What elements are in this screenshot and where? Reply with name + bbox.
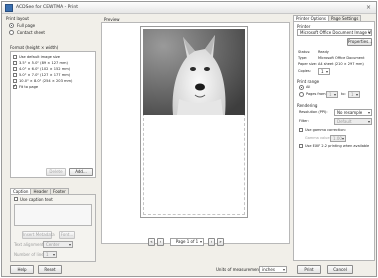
full-page-radio[interactable] xyxy=(9,23,14,28)
rendering-label: Rendering xyxy=(297,103,318,108)
printer-options-panel: Printer Microsoft Office Document Image … xyxy=(293,21,375,261)
insert-metadata-button[interactable]: Insert Metadata xyxy=(22,231,55,239)
format-list[interactable]: Use default image size 3.5" × 5.0" (89 × … xyxy=(10,51,96,178)
add-format-button[interactable]: Add... xyxy=(69,168,93,176)
print-all-radio[interactable] xyxy=(299,85,304,90)
properties-button[interactable]: Properties... xyxy=(347,38,372,46)
reset-button[interactable]: Reset xyxy=(38,265,62,274)
pages-to-label: to: xyxy=(341,92,346,96)
title-bar: ACDSee for CEWTMA - Print × xyxy=(2,2,376,14)
type-value: Microsoft Office Document xyxy=(318,56,365,60)
number-of-lines-input[interactable]: 1 xyxy=(43,251,57,258)
resolution-key: Resolution (PPI): xyxy=(299,110,328,114)
format-item-label: Fit to page xyxy=(19,85,39,89)
filter-key: Filter: xyxy=(299,119,309,123)
pages-from-radio[interactable] xyxy=(299,92,304,97)
delete-format-button[interactable]: Delete xyxy=(46,168,66,176)
help-button[interactable]: Help xyxy=(10,265,34,274)
format-item-label: Use default image size xyxy=(19,55,60,59)
print-range-label: Print range xyxy=(297,79,320,84)
first-page-button[interactable]: « xyxy=(148,238,155,246)
paper-size-key: Paper size: xyxy=(298,62,317,66)
status-key: Status: xyxy=(298,50,311,54)
format-list-item[interactable]: 3.5" × 5.0" (89 × 127 mm) xyxy=(13,61,93,66)
caption-panel: Use caption text Insert Metadata Font...… xyxy=(10,194,96,262)
page-indicator: Page 1 of 1 xyxy=(170,238,204,246)
format-item-checkbox[interactable] xyxy=(13,67,17,71)
copies-key: Copies: xyxy=(298,69,311,73)
filter-select[interactable]: Default xyxy=(334,118,372,125)
pages-from-input[interactable]: 1 xyxy=(326,91,338,98)
pages-from-label: Pages from: xyxy=(306,92,327,96)
status-value: Ready xyxy=(318,50,329,54)
exif-checkbox[interactable] xyxy=(299,144,303,148)
prev-page-button[interactable]: ‹ xyxy=(157,238,164,246)
print-button[interactable]: Print xyxy=(297,265,321,274)
contact-sheet-label: Contact sheet xyxy=(17,30,45,35)
print-dialog: ACDSee for CEWTMA - Print × Print layout… xyxy=(1,1,377,277)
format-list-item[interactable]: Fit to page xyxy=(13,84,93,90)
resolution-select[interactable]: No resample xyxy=(334,109,372,116)
paper-size-value: A4 sheet (210 × 297 mm) xyxy=(318,62,364,66)
preview-area xyxy=(101,22,290,244)
close-icon[interactable]: × xyxy=(364,4,373,12)
format-item-checkbox[interactable] xyxy=(13,55,17,59)
format-item-checkbox[interactable] xyxy=(13,84,17,89)
format-label: Format (height × width) xyxy=(10,45,59,50)
text-alignment-label: Text alignment: xyxy=(14,242,45,247)
window-title: ACDSee for CEWTMA - Print xyxy=(16,5,79,10)
format-item-label: 5.0" × 7.0" (127 × 177 mm) xyxy=(19,73,71,77)
format-item-label: 3.5" × 5.0" (89 × 127 mm) xyxy=(19,61,68,65)
format-list-item[interactable]: 4.0" × 6.0" (102 × 152 mm) xyxy=(13,67,93,72)
format-list-item[interactable]: 5.0" × 7.0" (127 × 177 mm) xyxy=(13,73,93,78)
text-alignment-select[interactable]: Center xyxy=(43,241,73,248)
use-caption-label: Use caption text xyxy=(20,197,53,202)
photo-preview xyxy=(143,29,245,115)
gamma-value-key: Gamma value: xyxy=(305,136,331,140)
left-panel: Print layout Full page Contact sheet For… xyxy=(6,16,98,262)
preview-navigation: « ‹ Page 1 of 1 › » xyxy=(148,238,248,246)
exif-label: Use EXIF 2.2 printing when available xyxy=(305,144,370,148)
dog-photo-image xyxy=(143,29,245,115)
gamma-label: Use gamma correction: xyxy=(305,128,346,132)
paper-preview xyxy=(140,26,248,218)
next-page-button[interactable]: › xyxy=(208,238,215,246)
last-page-button[interactable]: » xyxy=(217,238,224,246)
type-key: Type: xyxy=(298,56,308,60)
format-item-checkbox[interactable] xyxy=(13,73,17,77)
print-all-label: All xyxy=(306,85,311,89)
app-icon xyxy=(5,4,13,12)
printer-select[interactable]: Microsoft Office Document Image Writer xyxy=(297,29,372,36)
copies-input[interactable]: 1 xyxy=(318,68,330,75)
pages-to-input[interactable]: 1 xyxy=(348,91,360,98)
gamma-value-input[interactable]: 1.00 xyxy=(330,135,346,142)
format-item-label: 10.0" × 8.0" (254 × 203 mm) xyxy=(19,79,73,83)
format-item-checkbox[interactable] xyxy=(13,79,17,83)
format-item-checkbox[interactable] xyxy=(13,61,17,65)
contact-sheet-radio[interactable] xyxy=(9,30,14,35)
units-label: Units of measurement: xyxy=(216,267,262,272)
use-caption-checkbox[interactable] xyxy=(14,197,18,201)
caption-text-area[interactable] xyxy=(14,204,92,226)
print-layout-label: Print layout xyxy=(6,16,29,21)
format-list-item[interactable]: Use default image size xyxy=(13,55,93,60)
format-list-item[interactable]: 10.0" × 8.0" (254 × 203 mm) xyxy=(13,79,93,84)
gamma-checkbox[interactable] xyxy=(299,128,303,132)
format-item-label: 4.0" × 6.0" (102 × 152 mm) xyxy=(19,67,71,71)
cancel-button[interactable]: Cancel xyxy=(327,265,353,274)
font-button[interactable]: Font... xyxy=(59,231,75,239)
units-select[interactable]: inches xyxy=(259,266,287,273)
full-page-label: Full page xyxy=(17,23,36,28)
